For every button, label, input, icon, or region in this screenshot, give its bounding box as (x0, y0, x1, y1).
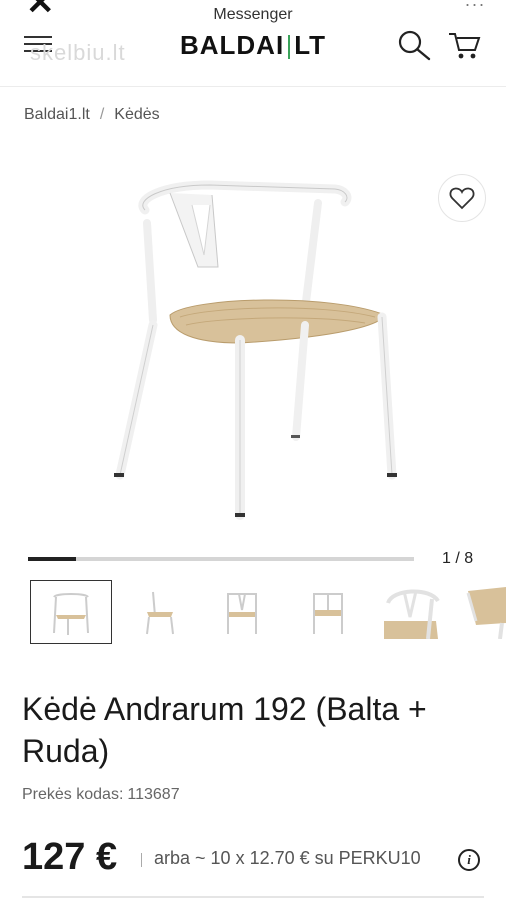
gallery-counter: 1 / 8 (442, 550, 474, 567)
thumbnail-strip[interactable] (0, 580, 506, 646)
installment-text: arba ~ 10 x 12.70 € su PERKU10 (154, 848, 421, 868)
product-image[interactable] (100, 175, 410, 520)
chair-thumbnail-icon (466, 587, 506, 639)
wishlist-button[interactable] (438, 174, 486, 222)
breadcrumb-home[interactable]: Baldai1.lt (24, 106, 90, 123)
thumbnail-2[interactable] (118, 580, 198, 642)
product-title: Kėdė Andrarum 192 (Balta + Ruda) (22, 691, 427, 769)
chair-thumbnail-icon (146, 591, 174, 635)
price-divider (141, 853, 142, 867)
product-price: 127 € (22, 836, 118, 878)
chair-thumbnail-icon (313, 593, 343, 634)
gallery-progress-fill (28, 557, 77, 561)
messenger-label: Messenger (213, 6, 293, 23)
chair-thumbnail-icon (384, 589, 440, 639)
logo-divider (288, 35, 291, 60)
breadcrumb-current[interactable]: Kėdės (114, 106, 159, 123)
product-code-label: Prekės kodas: (22, 786, 124, 803)
product-code-value: 113687 (127, 786, 180, 803)
gallery-progress-bar (28, 557, 414, 561)
chair-thumbnail-icon (227, 593, 257, 634)
cart-icon[interactable] (446, 28, 482, 62)
search-icon[interactable] (396, 28, 432, 62)
more-options-icon[interactable]: ... (465, 0, 486, 11)
thumbnail-5[interactable] (372, 580, 452, 642)
info-icon[interactable]: i (458, 849, 480, 871)
heart-icon (449, 187, 475, 210)
breadcrumb: Baldai1.lt / Kėdės (24, 106, 160, 124)
divider (22, 896, 484, 898)
thumbnail-3[interactable] (202, 580, 282, 642)
logo-left: BALDAI (179, 30, 285, 60)
thumbnail-1[interactable] (30, 580, 112, 644)
breadcrumb-separator: / (99, 106, 105, 123)
product-code: Prekės kodas: 113687 (22, 786, 180, 804)
logo-right: LT (294, 30, 327, 60)
top-bar: ✕ Messenger ... skelbiu.lt BALDAI LT (0, 0, 506, 87)
chair-thumbnail-icon (53, 593, 89, 635)
thumbnail-6[interactable] (462, 580, 506, 642)
thumbnail-4[interactable] (288, 580, 368, 642)
